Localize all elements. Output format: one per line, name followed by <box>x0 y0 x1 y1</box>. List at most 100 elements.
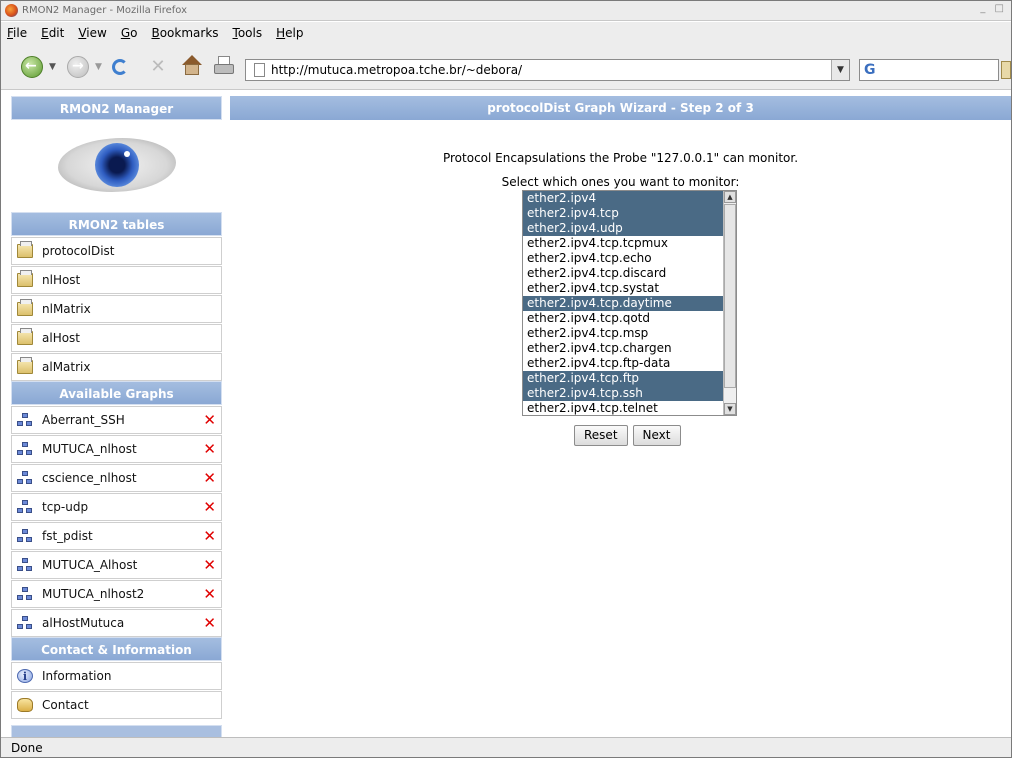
list-option[interactable]: ether2.ipv4 <box>523 191 723 206</box>
scroll-thumb[interactable] <box>724 204 736 388</box>
graph-item-alhostmutuca[interactable]: alHostMutuca ✕ <box>11 609 222 637</box>
protocol-multiselect[interactable]: ether2.ipv4 ether2.ipv4.tcp ether2.ipv4.ud… <box>522 190 737 416</box>
delete-icon[interactable]: ✕ <box>203 586 216 602</box>
sidebar-item-label[interactable]: protocolDist <box>42 244 114 258</box>
graph-item-aberrant-ssh[interactable]: Aberrant_SSH ✕ <box>11 406 222 434</box>
graph-item-label[interactable]: fst_pdist <box>42 529 93 543</box>
option-list[interactable]: ether2.ipv4 ether2.ipv4.tcp ether2.ipv4.ud… <box>523 191 736 415</box>
graph-item-label[interactable]: MUTUCA_Alhost <box>42 558 137 572</box>
firefox-icon <box>5 4 18 17</box>
sidebar-item-label[interactable]: alMatrix <box>42 360 90 374</box>
status-text: Done <box>11 740 43 755</box>
graph-item-mutuca-nlhost[interactable]: MUTUCA_nlhost ✕ <box>11 435 222 463</box>
list-option[interactable]: ether2.ipv4.tcp.ftp <box>523 371 723 386</box>
sidebar-item-label[interactable]: Information <box>42 669 111 683</box>
search-input[interactable]: G <box>859 59 999 81</box>
list-option[interactable]: ether2.ipv4.tcp.msp <box>523 326 723 341</box>
list-option[interactable]: ether2.ipv4.tcp.chargen <box>523 341 723 356</box>
print-icon[interactable] <box>213 56 235 76</box>
stop-icon[interactable]: ✕ <box>147 56 169 78</box>
eye-logo-icon <box>58 138 176 192</box>
forward-button[interactable] <box>67 56 89 78</box>
forward-history-dropdown-icon[interactable]: ▼ <box>95 62 102 72</box>
sidebar-item-almatrix[interactable]: alMatrix <box>11 353 222 381</box>
url-text[interactable]: http://mutuca.metropoa.tche.br/~debora/ <box>271 63 522 77</box>
sidebar-item-nlhost[interactable]: nlHost <box>11 266 222 294</box>
home-icon[interactable] <box>181 55 203 77</box>
menu-go[interactable]: Go <box>121 26 138 40</box>
list-option[interactable]: ether2.ipv4.udp <box>523 221 723 236</box>
list-option[interactable]: ether2.ipv4.tcp.daytime <box>523 296 723 311</box>
graph-item-label[interactable]: tcp-udp <box>42 500 88 514</box>
sidebar-item-label[interactable]: nlMatrix <box>42 302 91 316</box>
delete-icon[interactable]: ✕ <box>203 441 216 457</box>
sidebar-item-label[interactable]: alHost <box>42 331 80 345</box>
delete-icon[interactable]: ✕ <box>203 499 216 515</box>
list-option[interactable]: ether2.ipv4.tcp.ssh <box>523 386 723 401</box>
next-button[interactable]: Next <box>632 425 681 446</box>
folder-icon <box>17 357 33 374</box>
reset-button[interactable]: Reset <box>574 425 628 446</box>
url-bar[interactable]: http://mutuca.metropoa.tche.br/~debora/ … <box>245 59 850 81</box>
menu-view[interactable]: View <box>78 26 106 40</box>
network-graph-icon <box>17 587 33 601</box>
sidebar-item-information[interactable]: i Information <box>11 662 222 690</box>
delete-icon[interactable]: ✕ <box>203 412 216 428</box>
menu-bar: File Edit View Go Bookmarks Tools Help <box>1 22 1011 44</box>
list-option[interactable]: ether2.ipv4.tcp.discard <box>523 266 723 281</box>
contact-icon <box>17 698 33 712</box>
menu-help[interactable]: Help <box>276 26 303 40</box>
rmon2-tables-header: RMON2 tables <box>11 212 222 236</box>
list-option[interactable]: ether2.ipv4.tcp.telnet <box>523 401 723 415</box>
sidebar-item-alhost[interactable]: alHost <box>11 324 222 352</box>
folder-icon <box>17 241 33 258</box>
list-option[interactable]: ether2.ipv4.tcp.echo <box>523 251 723 266</box>
contact-information-header: Contact & Information <box>11 637 222 661</box>
scroll-up-icon[interactable]: ▲ <box>724 191 736 203</box>
reload-icon[interactable] <box>109 56 133 78</box>
graph-item-mutuca-alhost[interactable]: MUTUCA_Alhost ✕ <box>11 551 222 579</box>
browser-window: RMON2 Manager - Mozilla Firefox _ □ File… <box>0 0 1012 758</box>
back-history-dropdown-icon[interactable]: ▼ <box>49 62 56 72</box>
delete-icon[interactable]: ✕ <box>203 528 216 544</box>
listbox-scrollbar[interactable]: ▲ ▼ <box>723 191 736 415</box>
network-graph-icon <box>17 500 33 514</box>
graph-item-fst-pdist[interactable]: fst_pdist ✕ <box>11 522 222 550</box>
scroll-down-icon[interactable]: ▼ <box>724 403 736 415</box>
graph-item-label[interactable]: MUTUCA_nlhost <box>42 442 137 456</box>
url-dropdown-icon[interactable]: ▼ <box>831 60 849 80</box>
sidebar-item-label[interactable]: nlHost <box>42 273 80 287</box>
window-controls[interactable]: _ □ <box>980 3 1007 14</box>
back-button[interactable] <box>21 56 43 78</box>
sidebar-item-contact[interactable]: Contact <box>11 691 222 719</box>
sidebar-item-label[interactable]: Contact <box>42 698 89 712</box>
sidebar-item-nlmatrix[interactable]: nlMatrix <box>11 295 222 323</box>
delete-icon[interactable]: ✕ <box>203 615 216 631</box>
menu-bookmarks[interactable]: Bookmarks <box>151 26 218 40</box>
sidebar-item-protocoldist[interactable]: protocolDist <box>11 237 222 265</box>
list-option[interactable]: ether2.ipv4.tcp.systat <box>523 281 723 296</box>
graph-item-mutuca-nlhost2[interactable]: MUTUCA_nlhost2 ✕ <box>11 580 222 608</box>
wizard-description: Protocol Encapsulations the Probe "127.0… <box>442 151 799 165</box>
graph-item-label[interactable]: alHostMutuca <box>42 616 124 630</box>
list-option[interactable]: ether2.ipv4.tcp.qotd <box>523 311 723 326</box>
graph-item-label[interactable]: cscience_nlhost <box>42 471 137 485</box>
list-option[interactable]: ether2.ipv4.tcp <box>523 206 723 221</box>
sidebar: RMON2 Manager RMON2 tables protocolDist … <box>11 96 222 749</box>
search-go-button[interactable] <box>1001 61 1011 79</box>
menu-edit[interactable]: Edit <box>41 26 64 40</box>
graph-item-tcp-udp[interactable]: tcp-udp ✕ <box>11 493 222 521</box>
list-option[interactable]: ether2.ipv4.tcp.ftp-data <box>523 356 723 371</box>
google-search-icon[interactable]: G <box>864 62 876 78</box>
logo-area <box>11 120 222 212</box>
folder-icon <box>17 328 33 345</box>
delete-icon[interactable]: ✕ <box>203 470 216 486</box>
menu-tools[interactable]: Tools <box>233 26 263 40</box>
info-icon: i <box>17 669 33 683</box>
graph-item-cscience-nlhost[interactable]: cscience_nlhost ✕ <box>11 464 222 492</box>
graph-item-label[interactable]: MUTUCA_nlhost2 <box>42 587 144 601</box>
graph-item-label[interactable]: Aberrant_SSH <box>42 413 125 427</box>
delete-icon[interactable]: ✕ <box>203 557 216 573</box>
list-option[interactable]: ether2.ipv4.tcp.tcpmux <box>523 236 723 251</box>
menu-file[interactable]: File <box>7 26 27 40</box>
